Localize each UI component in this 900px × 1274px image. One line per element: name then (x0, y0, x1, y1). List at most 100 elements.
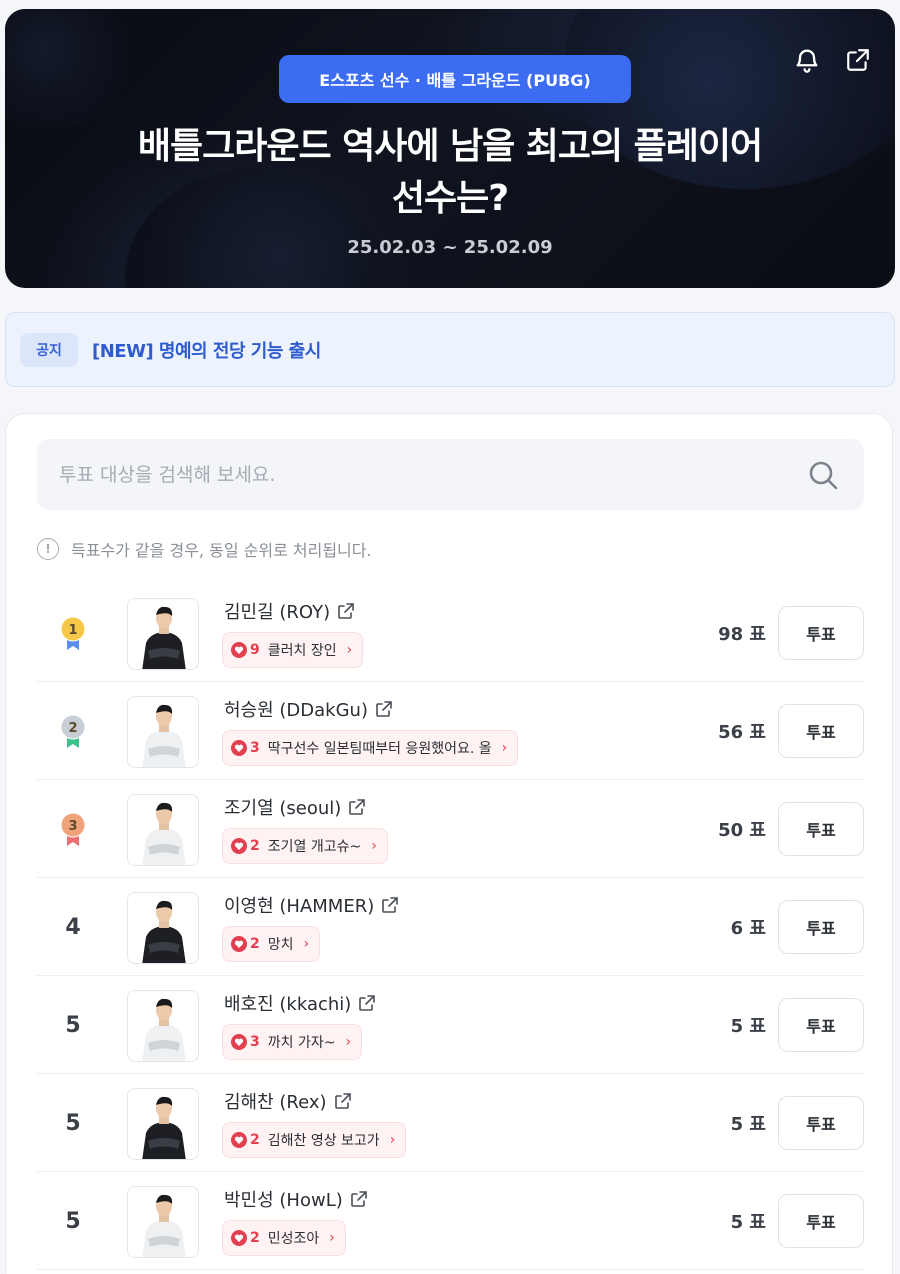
player-name: 박민성 (HowL) (224, 1190, 343, 1211)
player-avatar[interactable] (127, 696, 199, 768)
player-avatar[interactable] (127, 794, 199, 866)
rank-number: 4 (65, 914, 81, 940)
top-comment[interactable]: 3 딱구선수 일본팀때부터 응원했어요. 올 › (222, 730, 519, 766)
vote-button[interactable]: 투표 (778, 900, 864, 954)
rank: 3 (53, 780, 93, 878)
external-link-icon[interactable] (357, 993, 377, 1013)
comment-text: 김해찬 영상 보고가 (267, 1133, 380, 1149)
category-badge[interactable]: E스포츠 선수 · 배틀 그라운드 (PUBG) (279, 55, 631, 103)
comment-like-count: 2 (250, 838, 260, 854)
vote-count: 98 표 (718, 624, 766, 645)
top-comment[interactable]: 2 민성조아 › (222, 1220, 346, 1256)
chevron-right-icon: › (346, 642, 353, 658)
player-name-link[interactable]: 박민성 (HowL) (224, 1186, 369, 1212)
rank-medal-number: 2 (68, 721, 77, 736)
player-name-link[interactable]: 김해찬 (Rex) (224, 1088, 353, 1114)
comment-text: 민성조아 (267, 1231, 320, 1247)
rank-number: 5 (65, 1208, 81, 1234)
heart-icon (231, 642, 247, 658)
notice-text[interactable]: [NEW] 명예의 전당 기능 출시 (92, 337, 321, 363)
player-avatar[interactable] (127, 1186, 199, 1258)
player-row: 4 이영현 (HAMMER) 2 망치 › 6 표 투표 (37, 878, 864, 976)
comment-like-count: 2 (250, 936, 260, 952)
top-comment[interactable]: 2 조기열 개고슈~ › (222, 828, 388, 864)
player-row: 5 박민성 (HowL) 2 민성조아 › 5 표 투표 (37, 1172, 864, 1270)
share-icon[interactable] (843, 45, 873, 75)
comment-text: 딱구선수 일본팀때부터 응원했어요. 올 (267, 741, 492, 757)
top-comment[interactable]: 2 망치 › (222, 926, 321, 962)
comment-like-count: 2 (250, 1132, 260, 1148)
chevron-right-icon: › (345, 1034, 352, 1050)
external-link-icon[interactable] (347, 797, 367, 817)
rank-medal-icon: 1 (60, 616, 86, 650)
player-name: 허승원 (DDakGu) (224, 700, 368, 721)
comment-like-count: 9 (250, 642, 260, 658)
player-row: 2 허승원 (DDakGu) 3 딱구선수 일본팀때부터 응원했어요. 올 › … (37, 682, 864, 780)
comment-text: 클러치 장인 (267, 643, 337, 659)
player-name-link[interactable]: 허승원 (DDakGu) (224, 696, 394, 722)
player-row: 5 김해찬 (Rex) 2 김해찬 영상 보고가 › 5 표 투표 (37, 1074, 864, 1172)
vote-button[interactable]: 투표 (778, 802, 864, 856)
player-name-link[interactable]: 배호진 (kkachi) (224, 990, 377, 1016)
vote-count: 5 표 (730, 1212, 766, 1233)
chevron-right-icon: › (329, 1230, 335, 1246)
heart-icon (231, 1230, 247, 1246)
rank: 4 (53, 878, 93, 976)
bell-icon[interactable] (792, 45, 822, 75)
player-row: 3 조기열 (seoul) 2 조기열 개고슈~ › 50 표 투표 (37, 780, 864, 878)
notice-banner[interactable]: 공지 [NEW] 명예의 전당 기능 출시 (5, 312, 895, 387)
rank-number: 5 (65, 1012, 81, 1038)
search-bar (37, 439, 864, 510)
player-avatar[interactable] (127, 892, 199, 964)
heart-icon (231, 1034, 247, 1050)
rank-medal-number: 3 (68, 819, 77, 834)
vote-period: 25.02.03 ~ 25.02.09 (347, 237, 553, 258)
vote-count: 50 표 (718, 820, 766, 841)
player-name: 배호진 (kkachi) (224, 994, 352, 1015)
notice-tag: 공지 (20, 332, 78, 367)
external-link-icon[interactable] (374, 699, 394, 719)
top-comment[interactable]: 3 까치 가자~ › (222, 1024, 363, 1060)
rank-medal-icon: 2 (60, 714, 86, 748)
info-text: 득표수가 같을 경우, 동일 순위로 처리됩니다. (71, 541, 372, 560)
vote-button[interactable]: 투표 (778, 1096, 864, 1150)
vote-button[interactable]: 투표 (778, 606, 864, 660)
top-comment[interactable]: 2 김해찬 영상 보고가 › (222, 1122, 407, 1158)
heart-icon (231, 936, 247, 952)
comment-like-count: 3 (250, 740, 260, 756)
comment-like-count: 2 (250, 1230, 260, 1246)
heart-icon (231, 1132, 247, 1148)
external-link-icon[interactable] (349, 1189, 369, 1209)
external-link-icon[interactable] (333, 1091, 353, 1111)
external-link-icon[interactable] (336, 601, 356, 621)
player-avatar[interactable] (127, 1088, 199, 1160)
rank: 2 (53, 682, 93, 780)
page-title-line: 선수는? (391, 178, 509, 219)
top-comment[interactable]: 9 클러치 장인 › (222, 632, 364, 668)
comment-like-count: 3 (250, 1034, 260, 1050)
external-link-icon[interactable] (380, 895, 400, 915)
hero-background-shape (5, 9, 145, 129)
player-name-link[interactable]: 김민길 (ROY) (224, 598, 356, 624)
vote-button[interactable]: 투표 (778, 998, 864, 1052)
player-name-link[interactable]: 조기열 (seoul) (224, 794, 367, 820)
rank: 5 (53, 1074, 93, 1172)
player-name-link[interactable]: 이영현 (HAMMER) (224, 892, 400, 918)
rank-medal-icon: 3 (60, 812, 86, 846)
vote-card: ! 득표수가 같을 경우, 동일 순위로 처리됩니다. 1 김민길 (ROY) (5, 413, 893, 1274)
search-input[interactable] (37, 439, 797, 510)
chevron-right-icon: › (371, 838, 377, 854)
tie-rule-info: ! 득표수가 같을 경우, 동일 순위로 처리됩니다. (37, 536, 372, 562)
player-name: 김해찬 (Rex) (224, 1092, 327, 1113)
comment-text: 까치 가자~ (267, 1035, 336, 1051)
player-name: 김민길 (ROY) (224, 602, 331, 623)
player-avatar[interactable] (127, 990, 199, 1062)
rank-number: 5 (65, 1110, 81, 1136)
search-icon[interactable] (807, 459, 839, 491)
comment-text: 망치 (267, 937, 294, 953)
heart-icon (231, 838, 247, 854)
chevron-right-icon: › (389, 1132, 396, 1148)
player-avatar[interactable] (127, 598, 199, 670)
vote-button[interactable]: 투표 (778, 1194, 864, 1248)
vote-button[interactable]: 투표 (778, 704, 864, 758)
